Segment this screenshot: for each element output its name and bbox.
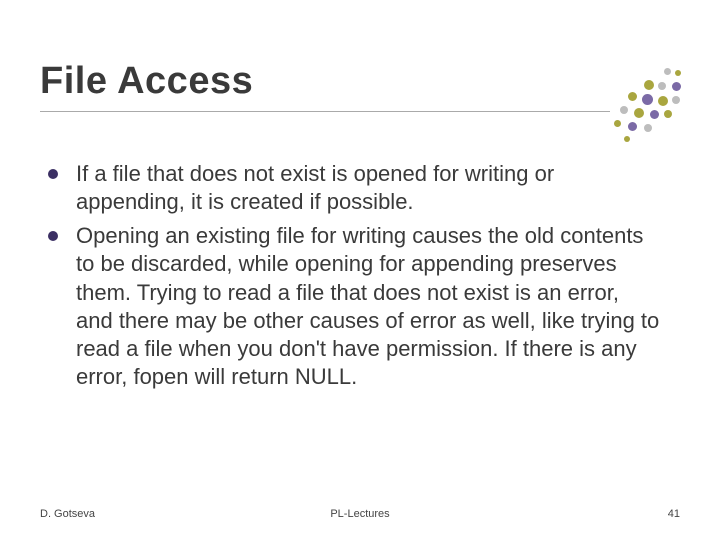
- bullet-text: Opening an existing file for writing cau…: [76, 222, 660, 391]
- slide: File Access If a file that does not exis…: [0, 0, 720, 540]
- slide-title: File Access: [40, 60, 610, 103]
- list-item: Opening an existing file for writing cau…: [48, 222, 660, 391]
- body-region: If a file that does not exist is opened …: [48, 160, 660, 397]
- footer: D. Gotseva PL-Lectures 41: [40, 508, 680, 520]
- slide-number: 41: [668, 508, 680, 520]
- decorative-dots: [610, 78, 690, 158]
- bullet-text: If a file that does not exist is opened …: [76, 160, 660, 216]
- title-region: File Access: [40, 60, 610, 112]
- bullet-icon: [48, 169, 58, 179]
- list-item: If a file that does not exist is opened …: [48, 160, 660, 216]
- footer-title: PL-Lectures: [330, 508, 389, 520]
- footer-author: D. Gotseva: [40, 508, 95, 520]
- bullet-icon: [48, 231, 58, 241]
